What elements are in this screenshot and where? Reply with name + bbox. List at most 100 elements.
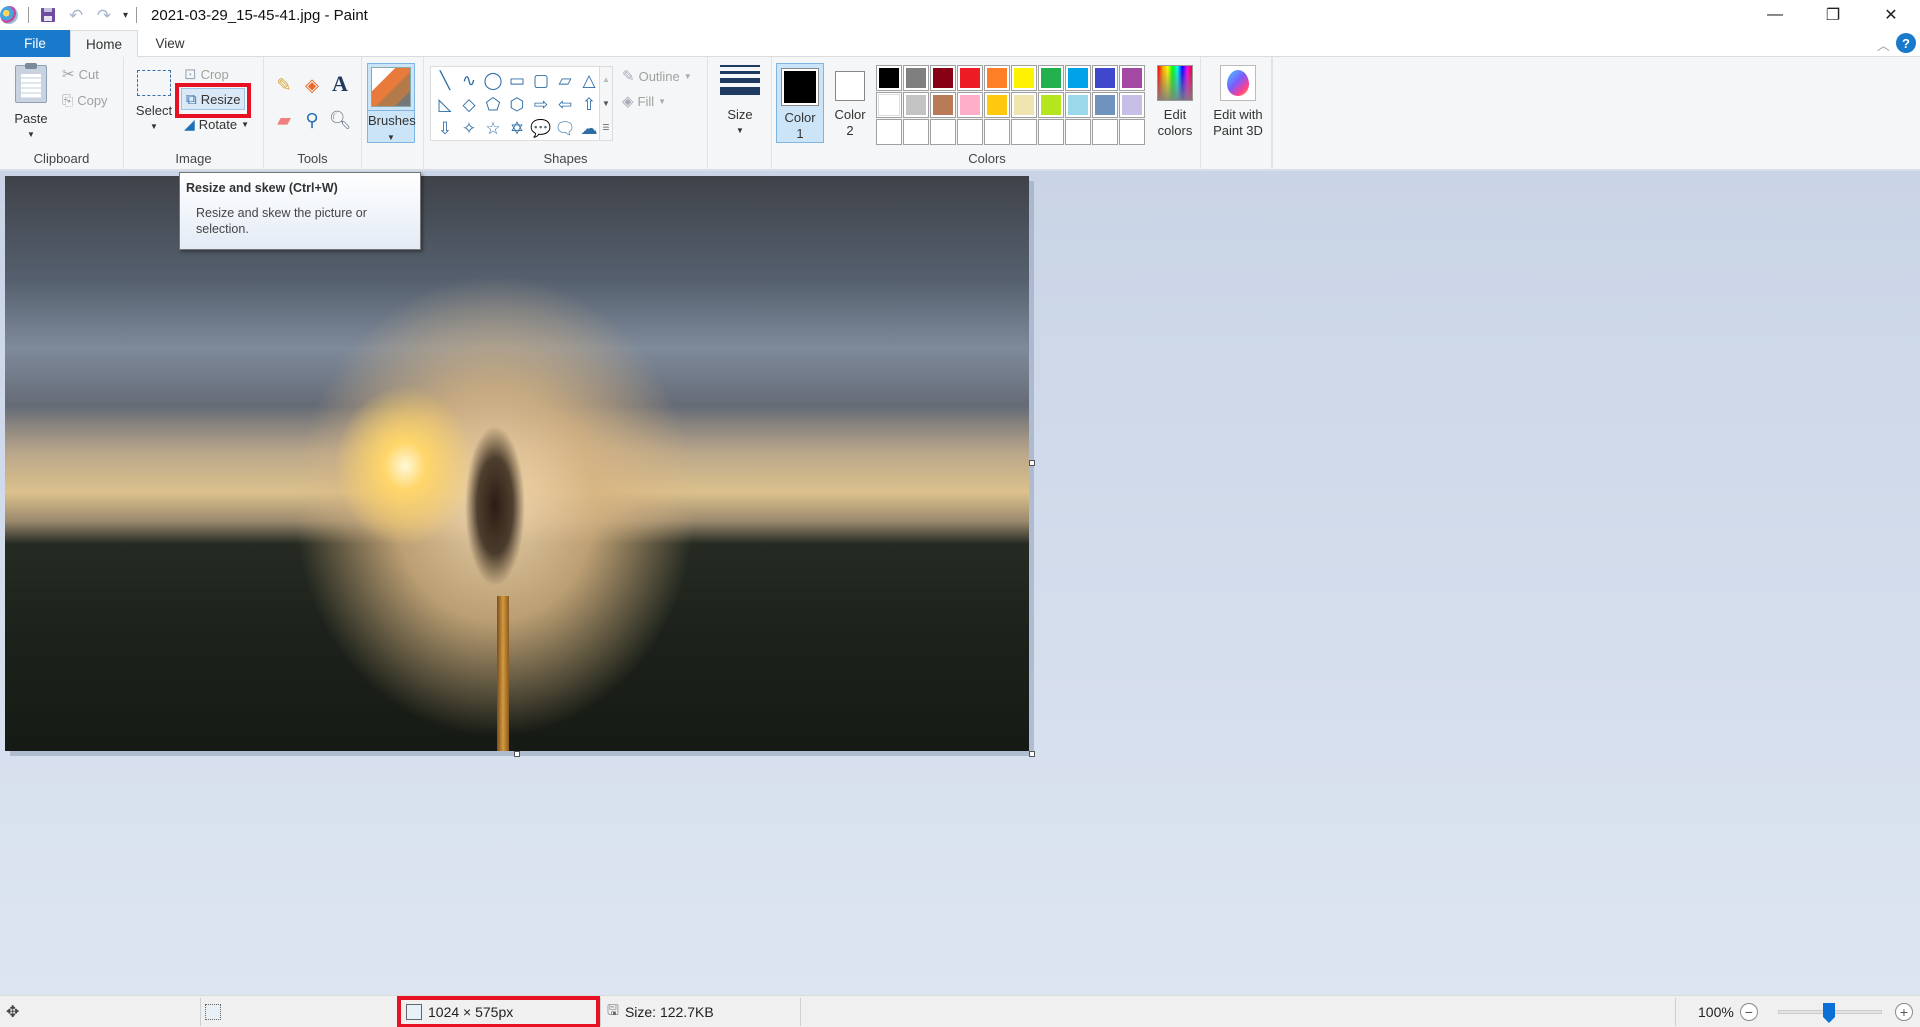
collapse-ribbon-button[interactable]: ︿ bbox=[1877, 35, 1890, 54]
shape-right-triangle-icon[interactable]: ◺ bbox=[433, 92, 457, 116]
fill-button[interactable]: ◈ Fill ▼ bbox=[622, 90, 666, 112]
shape-oval-icon[interactable]: ◯ bbox=[481, 68, 505, 92]
zoom-in-button[interactable]: + bbox=[1895, 1003, 1913, 1021]
shape-four-point-star-icon[interactable]: ✧ bbox=[457, 116, 481, 140]
shape-diamond-icon[interactable]: ◇ bbox=[457, 92, 481, 116]
scroll-down-icon[interactable]: ▼ bbox=[602, 99, 610, 108]
shape-up-arrow-icon[interactable]: ⇧ bbox=[577, 92, 601, 116]
minimize-button[interactable]: — bbox=[1746, 0, 1804, 30]
shape-right-arrow-icon[interactable]: ⇨ bbox=[529, 92, 553, 116]
pencil-icon[interactable]: ✎ bbox=[272, 73, 296, 97]
palette-empty-swatch[interactable] bbox=[1011, 119, 1037, 145]
shape-rectangle-icon[interactable]: ▭ bbox=[505, 68, 529, 92]
size-button[interactable]: Size ▼ bbox=[716, 65, 764, 139]
palette-color-swatch[interactable] bbox=[957, 92, 983, 118]
shape-polygon-icon[interactable]: ▱ bbox=[553, 68, 577, 92]
color-picker-icon[interactable]: ⚲ bbox=[300, 108, 324, 132]
palette-color-swatch[interactable] bbox=[1092, 65, 1118, 91]
palette-color-swatch[interactable] bbox=[930, 65, 956, 91]
brushes-button[interactable]: Brushes ▼ bbox=[367, 63, 416, 143]
resize-handle-bottom[interactable] bbox=[514, 751, 520, 757]
palette-empty-swatch[interactable] bbox=[1092, 119, 1118, 145]
palette-empty-swatch[interactable] bbox=[984, 119, 1010, 145]
magnifier-icon[interactable]: 🔍︎ bbox=[328, 108, 352, 132]
swatch-fill bbox=[958, 120, 982, 144]
zoom-out-button[interactable]: − bbox=[1739, 1003, 1758, 1021]
shape-rounded-callout-icon[interactable]: 💬 bbox=[529, 116, 553, 140]
select-button[interactable]: Select ▼ bbox=[134, 70, 174, 135]
copy-button[interactable]: ⎘ Copy bbox=[62, 89, 108, 111]
tab-file[interactable]: File bbox=[0, 30, 70, 57]
swatch-fill bbox=[960, 68, 980, 88]
resize-handle-right[interactable] bbox=[1029, 460, 1035, 466]
palette-color-swatch[interactable] bbox=[1092, 92, 1118, 118]
tab-view[interactable]: View bbox=[140, 30, 200, 57]
color1-button[interactable]: Color 1 bbox=[776, 63, 824, 143]
close-button[interactable]: ✕ bbox=[1862, 0, 1920, 30]
shape-cloud-callout-icon[interactable]: ☁ bbox=[577, 116, 601, 140]
paste-button[interactable]: Paste ▼ bbox=[12, 63, 50, 143]
shape-pentagon-icon[interactable]: ⬠ bbox=[481, 92, 505, 116]
scroll-up-icon[interactable]: ▲ bbox=[602, 75, 610, 84]
paint3d-line1: Edit with bbox=[1213, 107, 1263, 122]
tab-home[interactable]: Home bbox=[70, 30, 138, 58]
shape-six-point-star-icon[interactable]: ✡ bbox=[505, 116, 529, 140]
shape-curve-icon[interactable]: ∿ bbox=[457, 68, 481, 92]
shape-rounded-rectangle-icon[interactable]: ▢ bbox=[529, 68, 553, 92]
palette-color-swatch[interactable] bbox=[984, 65, 1010, 91]
shape-triangle-icon[interactable]: △ bbox=[577, 68, 601, 92]
palette-color-swatch[interactable] bbox=[1065, 65, 1091, 91]
shape-five-point-star-icon[interactable]: ☆ bbox=[481, 116, 505, 140]
edit-colors-button[interactable]: Edit colors bbox=[1153, 65, 1197, 139]
shape-oval-callout-icon[interactable]: 🗨 bbox=[553, 116, 577, 140]
customize-qat-button[interactable]: ▾ bbox=[123, 10, 128, 21]
palette-empty-swatch[interactable] bbox=[930, 119, 956, 145]
palette-color-swatch[interactable] bbox=[1011, 92, 1037, 118]
palette-color-swatch[interactable] bbox=[1011, 65, 1037, 91]
palette-color-swatch[interactable] bbox=[930, 92, 956, 118]
copy-icon: ⎘ bbox=[62, 91, 74, 108]
crop-button[interactable]: ⊡ Crop bbox=[184, 63, 229, 85]
save-button[interactable] bbox=[39, 6, 57, 24]
outline-button[interactable]: ✎ Outline ▼ bbox=[622, 65, 692, 87]
palette-empty-swatch[interactable] bbox=[1065, 119, 1091, 145]
paint-app-icon[interactable] bbox=[0, 6, 18, 24]
color2-button[interactable]: Color 2 bbox=[826, 63, 874, 143]
zoom-slider-thumb[interactable] bbox=[1823, 1003, 1835, 1023]
palette-empty-swatch[interactable] bbox=[903, 119, 929, 145]
eraser-icon[interactable]: ▰ bbox=[272, 108, 296, 132]
palette-color-swatch[interactable] bbox=[1119, 65, 1145, 91]
palette-empty-swatch[interactable] bbox=[1119, 119, 1145, 145]
text-icon[interactable]: A bbox=[328, 71, 352, 96]
redo-button[interactable]: ↷ bbox=[95, 6, 113, 24]
expand-gallery-icon[interactable]: ☰ bbox=[602, 123, 609, 132]
fill-bucket-icon[interactable]: ◈ bbox=[300, 73, 324, 97]
undo-button[interactable]: ↶ bbox=[67, 6, 85, 24]
palette-color-swatch[interactable] bbox=[1038, 92, 1064, 118]
shape-left-arrow-icon[interactable]: ⇦ bbox=[553, 92, 577, 116]
shape-down-arrow-icon[interactable]: ⇩ bbox=[433, 116, 457, 140]
canvas-workspace[interactable] bbox=[0, 171, 1920, 995]
shape-hexagon-icon[interactable]: ⬡ bbox=[505, 92, 529, 116]
palette-empty-swatch[interactable] bbox=[957, 119, 983, 145]
maximize-button[interactable]: ❐ bbox=[1804, 0, 1862, 30]
palette-color-swatch[interactable] bbox=[876, 65, 902, 91]
palette-color-swatch[interactable] bbox=[876, 92, 902, 118]
cut-button[interactable]: ✂ Cut bbox=[62, 63, 99, 85]
rotate-button[interactable]: ◢ Rotate ▼ bbox=[184, 113, 249, 135]
palette-color-swatch[interactable] bbox=[903, 65, 929, 91]
palette-color-swatch[interactable] bbox=[957, 65, 983, 91]
palette-color-swatch[interactable] bbox=[1038, 65, 1064, 91]
resize-handle-corner[interactable] bbox=[1029, 751, 1035, 757]
palette-color-swatch[interactable] bbox=[903, 92, 929, 118]
palette-color-swatch[interactable] bbox=[984, 92, 1010, 118]
shape-line-icon[interactable]: ╲ bbox=[433, 68, 457, 92]
help-button[interactable]: ? bbox=[1896, 33, 1916, 53]
palette-empty-swatch[interactable] bbox=[876, 119, 902, 145]
canvas-image[interactable] bbox=[5, 176, 1029, 751]
palette-color-swatch[interactable] bbox=[1065, 92, 1091, 118]
edit-with-paint3d-button[interactable]: Edit with Paint 3D bbox=[1207, 65, 1269, 139]
palette-empty-swatch[interactable] bbox=[1038, 119, 1064, 145]
resize-button[interactable]: ⧉ Resize bbox=[181, 88, 246, 110]
palette-color-swatch[interactable] bbox=[1119, 92, 1145, 118]
